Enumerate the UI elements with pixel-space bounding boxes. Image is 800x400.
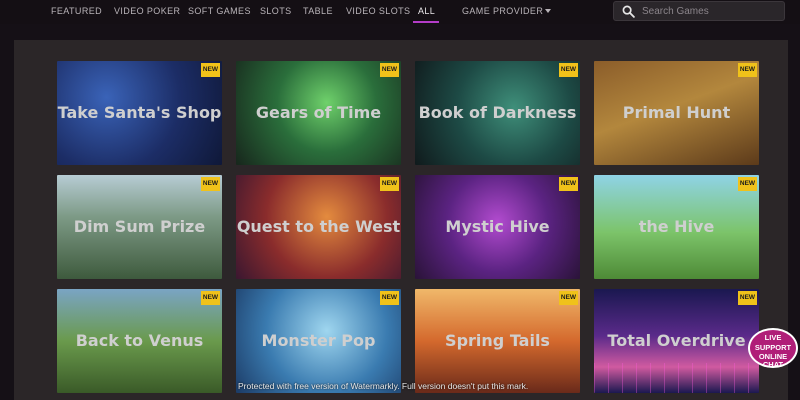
new-badge: NEW [738,63,757,77]
game-title: Take Santa's Shop [57,103,222,122]
new-badge: NEW [559,177,578,191]
new-badge: NEW [380,291,399,305]
game-title: Book of Darkness [418,103,577,122]
game-tile[interactable]: Spring Tails NEW [415,289,580,393]
top-nav: FEATURED VIDEO POKER SOFT GAMES SLOTS TA… [0,0,800,24]
support-label-live: LIVE [764,333,782,342]
new-badge: NEW [201,291,220,305]
game-provider-label: GAME PROVIDER [462,6,544,16]
tab-table[interactable]: TABLE [303,0,333,23]
game-provider-dropdown[interactable]: GAME PROVIDER [462,0,552,23]
game-title: Quest to the West [236,217,401,236]
game-tile[interactable]: Monster Pop NEW [236,289,401,393]
new-badge: NEW [201,63,220,77]
tab-slots[interactable]: SLOTS [260,0,292,23]
tab-video-poker[interactable]: VIDEO POKER [114,0,180,23]
game-tile[interactable]: Take Santa's Shop NEW [57,61,222,165]
game-title: Total Overdrive [607,331,746,350]
tab-all[interactable]: ALL [418,0,435,23]
new-badge: NEW [559,291,578,305]
new-badge: NEW [559,63,578,77]
new-badge: NEW [201,177,220,191]
game-title: Dim Sum Prize [73,217,206,236]
game-title: Primal Hunt [622,103,731,122]
tab-featured[interactable]: FEATURED [51,0,102,23]
tab-video-slots[interactable]: VIDEO SLOTS [346,0,410,23]
game-tile[interactable]: the Hive NEW [594,175,759,279]
game-tile[interactable]: Mystic Hive NEW [415,175,580,279]
new-badge: NEW [738,291,757,305]
neon-grid-decoration [594,363,759,393]
game-tile[interactable]: Primal Hunt NEW [594,61,759,165]
games-panel: Take Santa's Shop NEW Gears of Time NEW … [14,40,788,400]
live-support-chat-button[interactable]: LIVE SUPPORT ONLINE CHAT [748,322,798,374]
search-box[interactable] [613,1,785,21]
game-title: Monster Pop [261,331,376,350]
support-label-support: SUPPORT [754,343,792,352]
game-tile[interactable]: Total Overdrive NEW [594,289,759,393]
game-tile[interactable]: Quest to the West NEW [236,175,401,279]
chevron-down-icon [545,8,552,13]
game-tile[interactable]: Dim Sum Prize NEW [57,175,222,279]
game-tile[interactable]: Back to Venus NEW [57,289,222,393]
search-icon[interactable] [622,5,635,18]
game-title: Gears of Time [255,103,382,122]
support-label-online-chat: ONLINE CHAT [758,352,788,369]
game-title: the Hive [638,217,715,236]
tab-soft-games[interactable]: SOFT GAMES [188,0,251,23]
game-tile[interactable]: Gears of Time NEW [236,61,401,165]
game-title: Spring Tails [445,331,550,350]
new-badge: NEW [380,177,399,191]
game-tile[interactable]: Book of Darkness NEW [415,61,580,165]
new-badge: NEW [738,177,757,191]
game-title: Back to Venus [75,331,204,350]
active-tab-indicator [413,21,439,23]
search-input[interactable] [642,4,780,19]
watermark-notice: Protected with free version of Watermark… [238,381,529,391]
new-badge: NEW [380,63,399,77]
game-title: Mystic Hive [445,217,550,236]
